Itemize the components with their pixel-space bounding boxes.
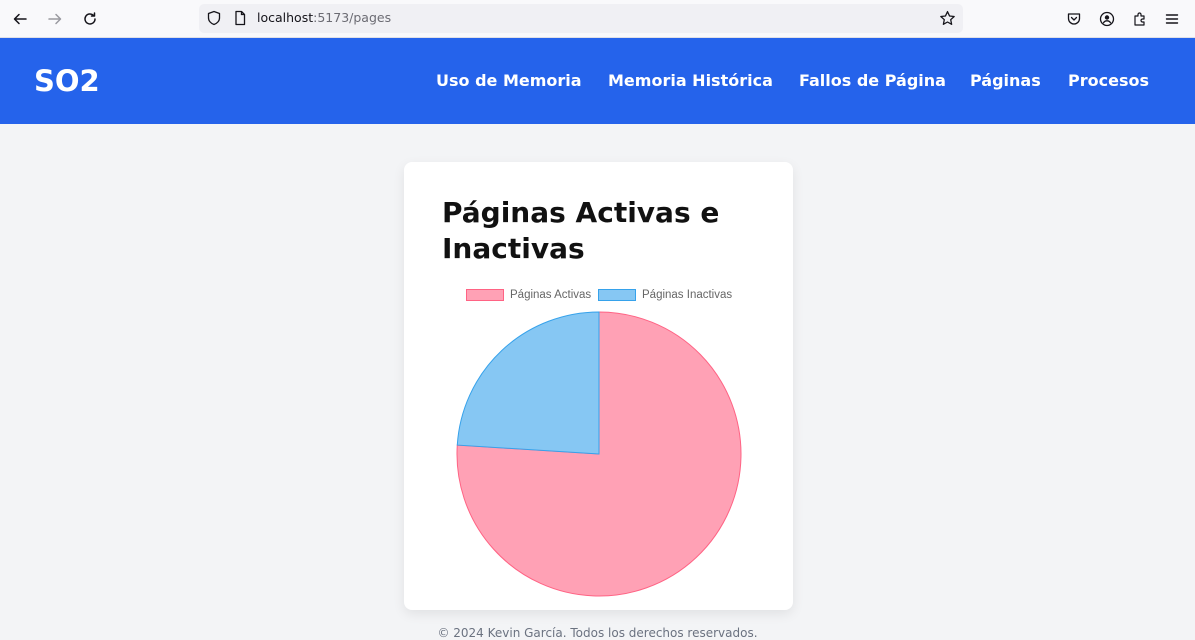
reload-icon (84, 12, 96, 25)
nav-link-fallos-de-pagina[interactable]: Fallos de Página (799, 71, 946, 90)
shield-icon[interactable] (206, 10, 222, 26)
nav-link-procesos[interactable]: Procesos (1068, 71, 1149, 90)
chart-legend: Páginas Activas Páginas Inactivas (404, 287, 793, 305)
forward-button[interactable] (43, 7, 67, 31)
arrow-left-icon (13, 13, 27, 25)
legend-swatch-active (466, 289, 504, 301)
footer-copyright: © 2024 Kevin García. Todos los derechos … (437, 626, 758, 640)
legend-label-inactive: Páginas Inactivas (642, 289, 733, 301)
legend-item-active[interactable]: Páginas Activas (466, 289, 591, 301)
puzzle-icon (1134, 12, 1145, 26)
account-icon (1099, 11, 1115, 27)
nav-link-memoria-historica[interactable]: Memoria Histórica (608, 71, 773, 90)
menu-button[interactable] (1162, 9, 1182, 29)
extensions-button[interactable] (1130, 9, 1150, 29)
legend-swatch-inactive (598, 289, 636, 301)
pocket-icon (1067, 13, 1081, 25)
card-title: Páginas Activas e Inactivas (442, 196, 720, 265)
browser-toolbar: localhost:5173/pages (0, 0, 1195, 38)
arrow-right-icon (48, 13, 62, 25)
url-bar[interactable]: localhost:5173/pages (199, 4, 963, 33)
bookmark-star-icon[interactable] (939, 10, 956, 27)
reload-button[interactable] (78, 7, 102, 31)
account-button[interactable] (1097, 9, 1117, 29)
url-path: :5173/pages (313, 10, 392, 25)
hamburger-menu-icon (1165, 14, 1179, 24)
page-icon[interactable] (232, 10, 248, 26)
legend-item-inactive[interactable]: Páginas Inactivas (598, 289, 732, 301)
nav-link-paginas[interactable]: Páginas (970, 71, 1041, 90)
pie-chart (456, 311, 742, 597)
url-text[interactable]: localhost:5173/pages (257, 10, 391, 25)
app-header: SO2 Uso de Memoria Memoria Histórica Fal… (0, 38, 1195, 124)
chart-card: Páginas Activas e Inactivas Páginas Acti… (404, 162, 793, 610)
legend-label-active: Páginas Activas (510, 289, 592, 301)
pie-slice-inactive[interactable] (456, 311, 600, 455)
brand-logo[interactable]: SO2 (34, 64, 100, 98)
back-button[interactable] (8, 7, 32, 31)
pocket-button[interactable] (1064, 9, 1084, 29)
url-host: localhost (257, 10, 314, 25)
nav-link-uso-de-memoria[interactable]: Uso de Memoria (436, 71, 582, 90)
